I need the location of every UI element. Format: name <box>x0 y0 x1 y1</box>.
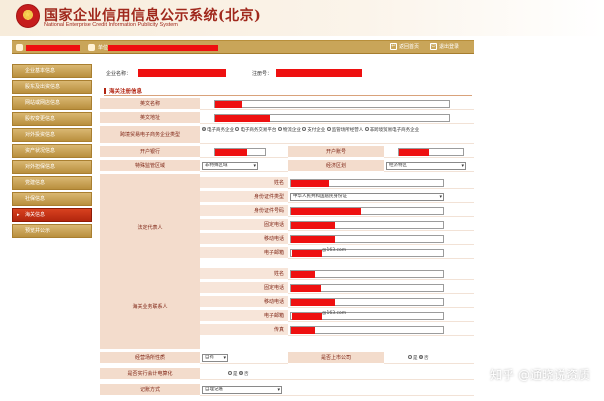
redacted-legal-phone <box>291 222 335 229</box>
sidebar-nav: 企业基本信息 股东及出资信息 网站或网店信息 股权变更信息 对外投资信息 资产状… <box>12 64 92 240</box>
redacted-contact-mobile <box>291 299 335 306</box>
accounting-no-radio[interactable]: 否 <box>238 371 248 377</box>
top-toolbar: 单位 ↩ 返回首页 ⏻ 退出登录 <box>12 40 474 54</box>
section-divider <box>104 95 472 96</box>
logout-button[interactable]: ⏻ 退出登录 <box>430 43 459 50</box>
company-icon <box>88 44 95 51</box>
home-icon: ↩ <box>390 43 397 50</box>
sidebar-item-party[interactable]: 党建信息 <box>12 176 92 190</box>
row-business-nature: 经营场所性质 自有 是否上市公司 是 否 <box>100 352 474 364</box>
redacted-company <box>108 45 218 51</box>
row-contact-name: 姓名 <box>200 268 474 280</box>
redacted-account <box>399 149 429 156</box>
cross-border-radio-group: 电子商务企业 电子商务交易平台 物流企业 支付企业 监管场所经营人 非跨境贸易电… <box>202 127 470 133</box>
row-contact-fax: 传真 <box>200 324 474 336</box>
row-legal-name: 姓名 <box>200 177 474 189</box>
sidebar-item-guarantee[interactable]: 对外担保信息 <box>12 160 92 174</box>
redacted-company-name <box>138 69 226 77</box>
national-emblem-icon: ★ <box>16 4 40 28</box>
sidebar-item-customs[interactable]: 海关信息 <box>12 208 92 222</box>
redacted-legal-email <box>292 250 322 257</box>
redacted-contact-name <box>291 271 315 278</box>
redacted-contact-phone <box>291 285 321 292</box>
row-accounting: 是否实行会计电算化 是 否 <box>100 368 474 380</box>
site-title-english: National Enterprise Credit Information P… <box>44 22 178 28</box>
listed-no-radio[interactable]: 否 <box>418 355 428 361</box>
customs-contact-group-label: 海关业务联系人 <box>100 263 200 349</box>
row-contact-fixed-phone: 固定电话 <box>200 282 474 294</box>
redacted-legal-mobile <box>291 236 335 243</box>
row-english-address: 英文地址 <box>100 112 474 124</box>
row-legal-id-number: 身份证件号码 <box>200 205 474 217</box>
radio-platform[interactable]: 电子商务交易平台 <box>235 127 276 133</box>
radio-non-cross-border[interactable]: 非跨境贸易电子商务企业 <box>364 127 419 133</box>
sidebar-item-investment[interactable]: 对外投资信息 <box>12 128 92 142</box>
redacted-english-address <box>215 115 270 122</box>
sidebar-item-basic-info[interactable]: 企业基本信息 <box>12 64 92 78</box>
site-header: ★ 国家企业信用信息公示系统(北京) National Enterprise C… <box>0 0 604 36</box>
redacted-reg-no <box>276 69 362 77</box>
row-special-area: 特殊监管区域 非特殊区域 经济区划 经济特区 <box>100 160 474 172</box>
legal-id-type-select[interactable]: 中华人民共和国居民身份证 <box>290 193 444 201</box>
row-legal-email: 电子邮箱 @163.com <box>200 247 474 259</box>
special-area-select[interactable]: 非特殊区域 <box>202 162 258 170</box>
redacted-contact-email <box>292 313 322 320</box>
row-legal-id-type: 身份证件类型 中华人民共和国居民身份证 <box>200 191 474 203</box>
business-nature-select[interactable]: 自有 <box>202 354 228 362</box>
listed-yes-radio[interactable]: 是 <box>408 355 418 361</box>
row-legal-mobile: 移动电话 <box>200 233 474 245</box>
redacted-legal-name <box>291 180 329 187</box>
company-info-line: 企业名称： 注册号： <box>106 69 362 77</box>
sidebar-item-assets[interactable]: 资产状况信息 <box>12 144 92 158</box>
row-bank: 开户银行 开户账号 <box>100 146 474 158</box>
user-icon <box>16 44 23 51</box>
sidebar-item-website[interactable]: 网站或网店信息 <box>12 96 92 110</box>
row-cross-border-type: 跨境贸易电子商务企业类型 电子商务企业 电子商务交易平台 物流企业 支付企业 监… <box>100 126 474 144</box>
row-bookkeeping: 记账方式 自理记账 <box>100 384 474 396</box>
row-english-name: 英文名称 <box>100 98 474 110</box>
radio-supervision[interactable]: 监管场所经营人 <box>326 127 363 133</box>
redacted-legal-id <box>291 208 361 215</box>
sidebar-item-equity-change[interactable]: 股权变更信息 <box>12 112 92 126</box>
accounting-radio-group: 是 否 <box>228 371 248 377</box>
redacted-english-name <box>215 101 242 108</box>
section-title: 海关注册信息 <box>104 87 142 95</box>
sidebar-item-shareholders[interactable]: 股东及出资信息 <box>12 80 92 94</box>
return-home-button[interactable]: ↩ 返回首页 <box>390 43 419 50</box>
sidebar-item-preview[interactable]: 预览并公示 <box>12 224 92 238</box>
row-legal-fixed-phone: 固定电话 <box>200 219 474 231</box>
redacted-bank <box>215 149 247 156</box>
radio-payment[interactable]: 支付企业 <box>302 127 325 133</box>
bookkeeping-select[interactable]: 自理记账 <box>202 386 282 394</box>
company-label: 单位 <box>98 45 109 51</box>
zhihu-watermark: 知乎 @通晓说资质 <box>490 368 590 382</box>
economic-zone-select[interactable]: 经济特区 <box>386 162 466 170</box>
radio-ecommerce[interactable]: 电子商务企业 <box>202 127 234 133</box>
redacted-username <box>26 45 80 51</box>
company-name-label: 企业名称： <box>106 71 132 77</box>
accounting-yes-radio[interactable]: 是 <box>228 371 238 377</box>
english-name-input[interactable] <box>214 100 450 108</box>
logout-icon: ⏻ <box>430 43 437 50</box>
sidebar-item-social-security[interactable]: 社保信息 <box>12 192 92 206</box>
radio-logistics[interactable]: 物流企业 <box>277 127 301 133</box>
redacted-contact-fax <box>291 327 315 334</box>
row-contact-mobile: 移动电话 <box>200 296 474 308</box>
row-contact-email: 电子邮箱 @163.com <box>200 310 474 322</box>
reg-no-label: 注册号： <box>252 71 273 77</box>
listed-radio-group: 是 否 <box>408 355 428 361</box>
